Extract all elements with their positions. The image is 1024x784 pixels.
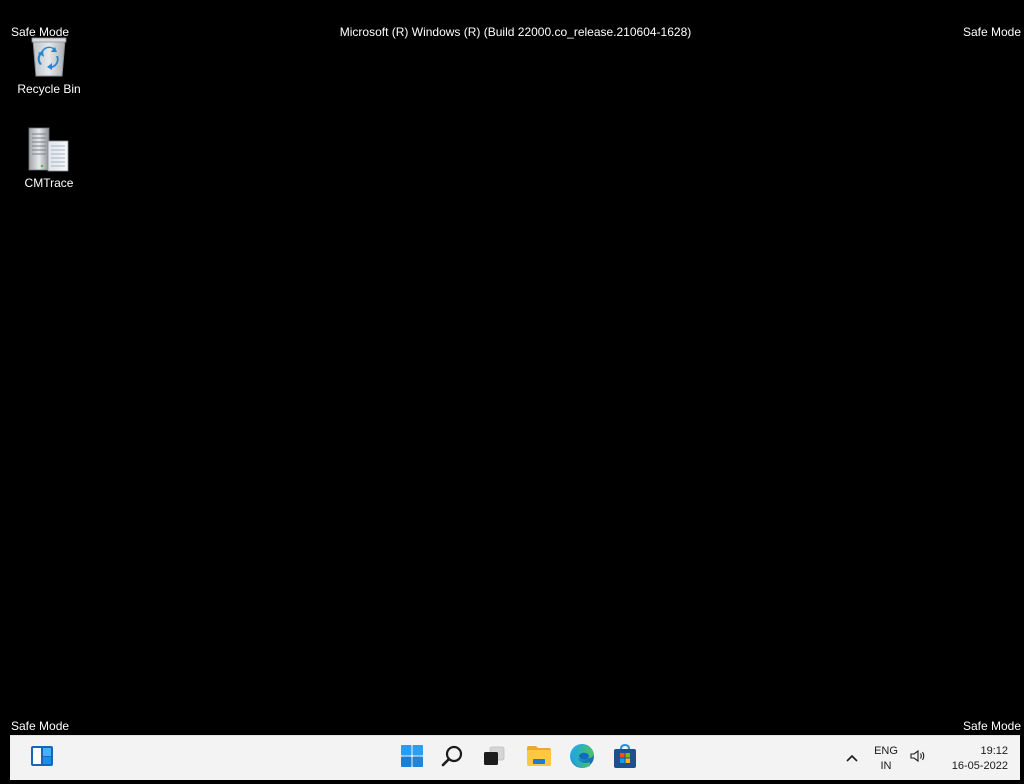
- clock-button[interactable]: 19:12 16-05-2022: [938, 736, 1008, 781]
- show-hidden-icons-button[interactable]: [840, 736, 864, 781]
- desktop-icon-recycle-bin[interactable]: Recycle Bin: [11, 32, 87, 96]
- volume-button[interactable]: [908, 736, 930, 781]
- safe-mode-label-bottom-right: Safe Mode: [962, 719, 1021, 733]
- recycle-bin-label: Recycle Bin: [17, 82, 81, 96]
- task-view-button[interactable]: [474, 736, 514, 781]
- input-language-indicator[interactable]: ENG IN: [870, 736, 902, 781]
- safe-mode-label-bottom-left: Safe Mode: [11, 719, 70, 733]
- widgets-button[interactable]: [22, 736, 62, 781]
- file-explorer-button[interactable]: [519, 736, 559, 781]
- microsoft-store-button[interactable]: [605, 736, 645, 781]
- cmtrace-icon: [25, 126, 73, 174]
- desktop: Safe Mode Microsoft (R) Windows (R) (Bui…: [0, 0, 1024, 784]
- store-bag-icon: [613, 743, 637, 774]
- clock-date: 16-05-2022: [951, 759, 1008, 772]
- chevron-up-icon: [845, 750, 859, 768]
- task-view-icon: [482, 745, 506, 772]
- language-region: IN: [880, 759, 892, 772]
- search-icon: [440, 744, 464, 773]
- folder-icon: [526, 745, 552, 772]
- desktop-icon-cmtrace[interactable]: CMTrace: [11, 126, 87, 190]
- clock-time: 19:12: [980, 744, 1008, 757]
- taskbar: ENG IN 19:12 16-05-2022: [10, 735, 1020, 780]
- widgets-icon: [30, 745, 54, 772]
- build-info-label: Microsoft (R) Windows (R) (Build 22000.c…: [339, 25, 692, 39]
- speaker-icon: [910, 749, 928, 768]
- search-button[interactable]: [432, 736, 472, 781]
- language-code: ENG: [874, 744, 898, 757]
- edge-browser-button[interactable]: [562, 736, 602, 781]
- start-button[interactable]: [392, 736, 432, 781]
- cmtrace-label: CMTrace: [24, 176, 74, 190]
- safe-mode-label-top-right: Safe Mode: [962, 25, 1021, 39]
- recycle-bin-icon: [25, 32, 73, 80]
- windows-start-icon: [400, 744, 424, 773]
- edge-browser-icon: [569, 743, 595, 774]
